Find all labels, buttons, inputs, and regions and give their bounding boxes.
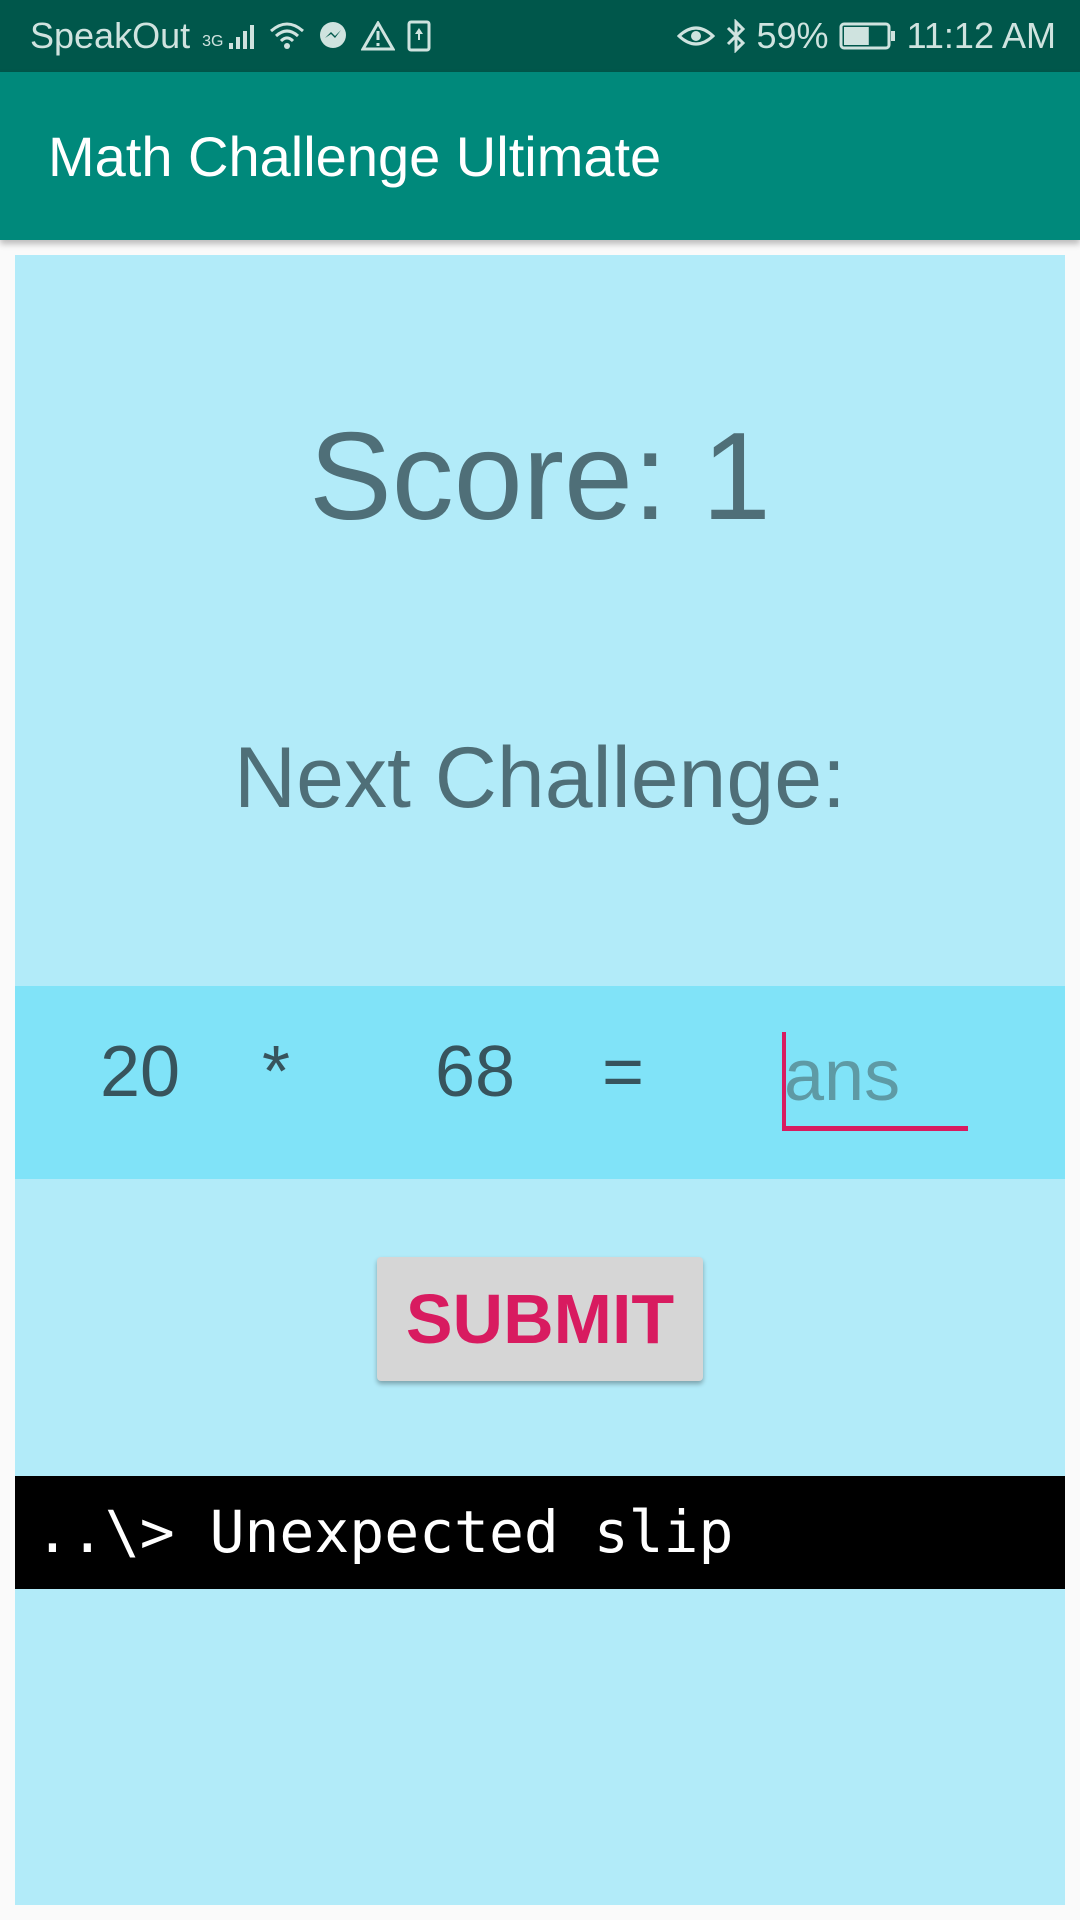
operator-symbol: *: [262, 1032, 291, 1112]
network-type: 3G: [202, 33, 224, 50]
status-bar: SpeakOut 3G 59% 11:12 AM: [0, 0, 1080, 72]
battery-icon: [839, 22, 897, 50]
answer-field-container[interactable]: [782, 1026, 970, 1131]
score-label: Score: 1: [309, 408, 771, 546]
app-bar: Math Challenge Ultimate: [0, 72, 1080, 240]
wifi-icon: [269, 21, 305, 51]
equals-sign: =: [602, 1032, 645, 1112]
submit-button[interactable]: SUBMIT: [377, 1257, 703, 1381]
bluetooth-icon: [725, 19, 747, 53]
terminal-message: ..\> Unexpected slip: [15, 1476, 1065, 1589]
messenger-icon: [317, 20, 349, 52]
storage-icon: [407, 20, 431, 52]
status-right-group: 59% 11:12 AM: [676, 15, 1056, 57]
carrier-name: SpeakOut: [30, 15, 191, 56]
warning-icon: [361, 21, 396, 51]
main-content: Score: 1 Next Challenge: 20 * 68 = SUBMI…: [15, 255, 1065, 1905]
clock: 11:12 AM: [906, 15, 1056, 56]
status-left-group: SpeakOut 3G: [30, 15, 431, 57]
eye-icon: [676, 22, 715, 50]
battery-percent: 59%: [756, 15, 829, 56]
operand-b: 68: [435, 1032, 516, 1112]
next-challenge-heading: Next Challenge:: [234, 730, 846, 826]
signal-icon: [227, 21, 257, 51]
operand-a: 20: [100, 1032, 181, 1112]
challenge-row: 20 * 68 =: [15, 986, 1065, 1179]
app-title: Math Challenge Ultimate: [48, 124, 662, 188]
text-cursor: [782, 1032, 786, 1128]
answer-input[interactable]: [782, 1026, 970, 1126]
